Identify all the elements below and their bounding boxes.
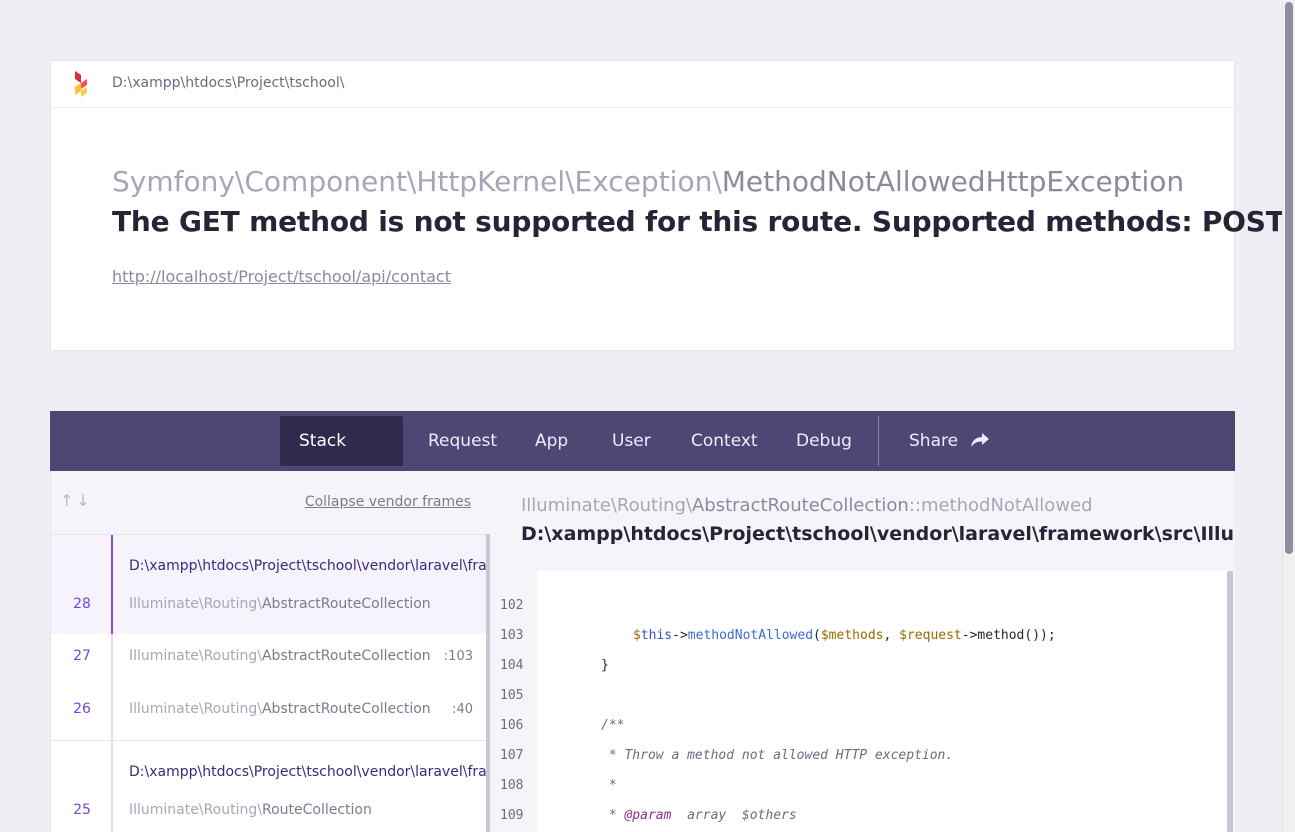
code-line-103: $this->methodNotAllowed($methods, $reque…: [633, 628, 1056, 643]
tab-app[interactable]: App: [516, 416, 587, 466]
code-line-106: /**: [601, 718, 625, 733]
frame-number: 27: [73, 648, 91, 664]
ignition-logo-icon: [75, 71, 87, 97]
frames-toolbar: ↑↓ Collapse vendor frames: [51, 471, 491, 535]
request-url-link[interactable]: http://localhost/Project/tschool/api/con…: [112, 267, 451, 286]
stack-frame[interactable]: D:\xampp\htdocs\Project\tschool\vendor\l…: [51, 741, 486, 832]
frame-class-name: RouteCollection: [261, 802, 372, 818]
share-arrow-icon: [971, 433, 990, 447]
frame-class: Illuminate\Routing\RouteCollection: [129, 802, 372, 818]
tab-share[interactable]: Share: [890, 416, 1008, 466]
frame-line-number: :103: [443, 649, 473, 664]
line-number[interactable]: 109: [500, 808, 523, 823]
exception-class-name: MethodNotAllowedHttpException: [721, 165, 1185, 198]
frame-class-name: AbstractRouteCollection: [261, 701, 431, 717]
code-viewer: Illuminate\Routing\AbstractRouteCollecti…: [490, 471, 1235, 832]
code-frame-class: Illuminate\Routing\AbstractRouteCollecti…: [521, 495, 1093, 516]
stack-frame[interactable]: 26 Illuminate\Routing\AbstractRouteColle…: [51, 687, 486, 741]
code-method: ::methodNotAllowed: [908, 495, 1093, 516]
code-line-109: * @param array $others: [601, 808, 797, 823]
frame-number: 26: [73, 701, 91, 717]
stack-frames-panel: ↑↓ Collapse vendor frames D:\xampp\htdoc…: [50, 471, 491, 832]
frame-class-name: AbstractRouteCollection: [261, 596, 431, 612]
frame-class: Illuminate\Routing\AbstractRouteCollecti…: [129, 701, 431, 717]
exception-namespace: Symfony\Component\HttpKernel\Exception\: [112, 165, 722, 198]
code-line-107: * Throw a method not allowed HTTP except…: [601, 748, 954, 763]
exception-card: D:\xampp\htdocs\Project\tschool\ Symfony…: [50, 60, 1291, 351]
tab-divider: [878, 416, 879, 466]
line-number[interactable]: 103: [500, 628, 523, 643]
exception-class: Symfony\Component\HttpKernel\Exception\M…: [112, 165, 1184, 198]
frame-class-name: AbstractRouteCollection: [261, 648, 431, 664]
tab-debug[interactable]: Debug: [777, 416, 871, 466]
code-line-108: *: [601, 778, 617, 793]
line-number[interactable]: 107: [500, 748, 523, 763]
exception-message: The GET method is not supported for this…: [112, 205, 1291, 238]
frame-file: D:\xampp\htdocs\Project\tschool\vendor\l…: [129, 558, 486, 574]
code-class-name: AbstractRouteCollection: [691, 495, 909, 516]
tab-bar: Stack trace Request App User Context Deb…: [50, 411, 1235, 501]
share-label: Share: [909, 431, 959, 451]
tab-request[interactable]: Request: [409, 416, 516, 466]
code-file-path[interactable]: D:\xampp\htdocs\Project\tschool\vendor\l…: [521, 523, 1235, 545]
tab-stack-trace[interactable]: Stack trace: [280, 416, 403, 501]
frame-namespace: Illuminate\Routing\: [129, 648, 262, 664]
frame-file: D:\xampp\htdocs\Project\tschool\vendor\l…: [129, 764, 486, 780]
frame-number: 25: [73, 802, 91, 818]
tab-context[interactable]: Context: [672, 416, 777, 466]
project-path: D:\xampp\htdocs\Project\tschool\: [112, 75, 345, 91]
tab-user[interactable]: User: [593, 416, 670, 466]
frame-line-number: :40: [452, 702, 473, 717]
code-namespace: Illuminate\Routing\: [521, 495, 692, 516]
line-number[interactable]: 105: [500, 688, 523, 703]
line-number[interactable]: 108: [500, 778, 523, 793]
card-header: D:\xampp\htdocs\Project\tschool\: [51, 61, 1234, 108]
code-line-104: }: [601, 658, 609, 673]
frame-line-marker: [111, 535, 113, 634]
stack-frame[interactable]: 27 Illuminate\Routing\AbstractRouteColle…: [51, 634, 486, 687]
page-scrollbar-thumb[interactable]: [1285, 2, 1293, 554]
collapse-vendor-frames-button[interactable]: Collapse vendor frames: [305, 494, 471, 510]
frame-number: 28: [73, 596, 91, 612]
frame-namespace: Illuminate\Routing\: [129, 802, 262, 818]
frame-namespace: Illuminate\Routing\: [129, 596, 262, 612]
line-number[interactable]: 106: [500, 718, 523, 733]
code-scrollbar[interactable]: [1227, 571, 1233, 832]
code-block: $this->methodNotAllowed($methods, $reque…: [537, 571, 1227, 832]
line-number[interactable]: 102: [500, 598, 523, 613]
frame-namespace: Illuminate\Routing\: [129, 701, 262, 717]
line-number[interactable]: 104: [500, 658, 523, 673]
frame-class: Illuminate\Routing\AbstractRouteCollecti…: [129, 648, 431, 664]
page-scrollbar[interactable]: [1282, 0, 1295, 832]
sort-arrows-icon[interactable]: ↑↓: [60, 491, 93, 510]
frame-line-marker: [111, 741, 113, 832]
stack-frame[interactable]: D:\xampp\htdocs\Project\tschool\vendor\l…: [51, 535, 486, 634]
frame-class: Illuminate\Routing\AbstractRouteCollecti…: [129, 596, 431, 612]
